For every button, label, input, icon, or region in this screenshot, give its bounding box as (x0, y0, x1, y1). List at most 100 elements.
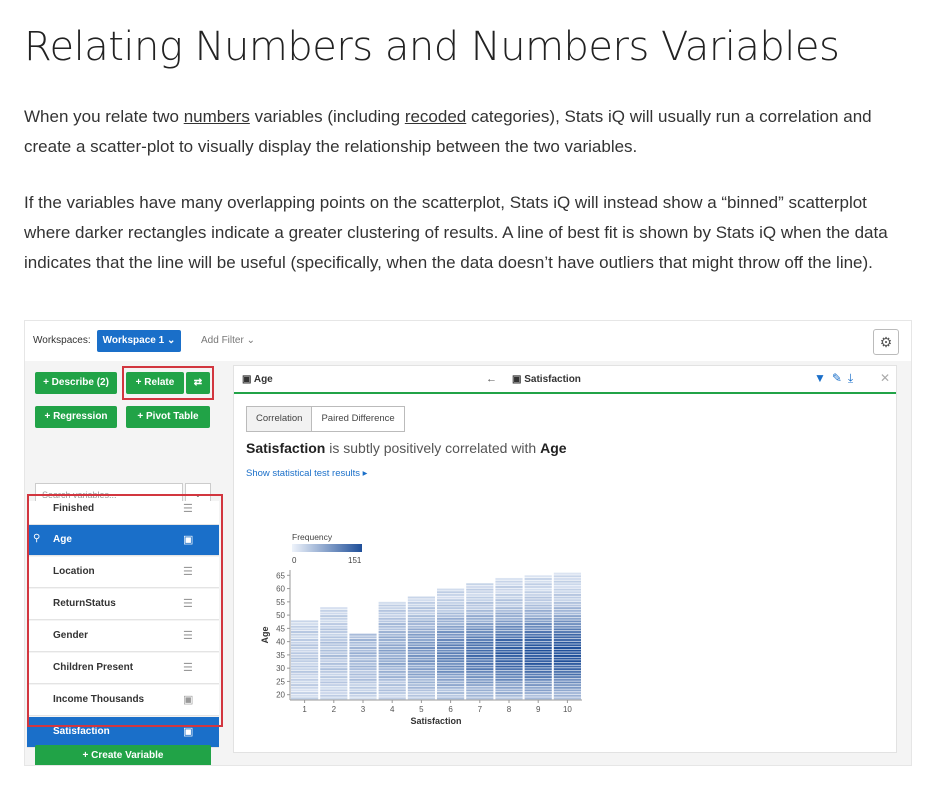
close-icon[interactable]: ✕ (880, 371, 890, 385)
heatmap-bin (553, 628, 581, 631)
tab-correlation[interactable]: Correlation (247, 407, 313, 431)
heatmap-bin (378, 652, 406, 655)
heatmap-bin (407, 657, 435, 660)
workspace-dropdown[interactable]: Workspace 1 ⌄ (97, 330, 181, 352)
chart-icon: ▣ (183, 694, 194, 706)
heatmap-bin (524, 673, 552, 676)
heatmap-bin (437, 625, 465, 628)
workspaces-label: Workspaces: (33, 335, 91, 346)
heatmap-bin (466, 604, 494, 607)
heatmap-bin (466, 678, 494, 681)
heatmap-bin (437, 609, 465, 612)
heatmap-bin (378, 607, 406, 610)
heatmap-bin (495, 673, 523, 676)
toolbar-icons[interactable]: ▼✎⤓ (814, 371, 859, 386)
heatmap-bin (466, 612, 494, 615)
list-item[interactable]: Children Present ☰ (27, 653, 219, 684)
heatmap-bin (553, 684, 581, 687)
list-item[interactable]: ⚲ Age ▣ (27, 525, 219, 556)
heatmap-bin (407, 676, 435, 679)
heatmap-bin (466, 601, 494, 604)
heatmap-bin (378, 660, 406, 663)
heatmap-bin (291, 620, 319, 623)
heatmap-bin (495, 601, 523, 604)
heatmap-bin (553, 607, 581, 610)
heatmap-bin (291, 678, 319, 681)
heatmap-bin (495, 612, 523, 615)
x-tick-label: 2 (332, 705, 337, 714)
heatmap-bin (349, 689, 377, 692)
heatmap-bin (524, 628, 552, 631)
heatmap-bin (524, 580, 552, 583)
pivot-table-button[interactable]: + Pivot Table (126, 406, 210, 428)
heatmap-bin (437, 657, 465, 660)
show-stat-results-link[interactable]: Show statistical test results ▸ (246, 468, 367, 479)
heatmap-column (524, 575, 552, 700)
heatmap-bin (320, 665, 348, 668)
heatmap-bin (553, 678, 581, 681)
arrow-left-icon[interactable]: ← (486, 373, 497, 385)
heatmap-bin (437, 596, 465, 599)
heatmap-bin (466, 585, 494, 588)
list-item[interactable]: Finished ☰ (27, 501, 219, 525)
heatmap-bin (349, 665, 377, 668)
heatmap-bin (553, 654, 581, 657)
heatmap-column (407, 596, 435, 700)
heatmap-bin (378, 625, 406, 628)
heatmap-bin (349, 684, 377, 687)
numbers-link[interactable]: numbers (184, 107, 250, 126)
x-tick-label: 3 (361, 705, 366, 714)
x-tick-label: 10 (563, 705, 572, 714)
heatmap-bin (407, 641, 435, 644)
heatmap-bin (495, 583, 523, 586)
heatmap-bin (466, 588, 494, 591)
heatmap-bin (466, 641, 494, 644)
heatmap-bin (378, 601, 406, 604)
heatmap-bin (437, 599, 465, 602)
heatmap-bin (495, 649, 523, 652)
heatmap-bin (466, 686, 494, 689)
list-item[interactable]: ReturnStatus ☰ (27, 589, 219, 620)
heatmap-bin (378, 657, 406, 660)
heatmap-bin (437, 644, 465, 647)
heatmap-bin (495, 670, 523, 673)
heatmap-bin (495, 628, 523, 631)
heatmap-bin (437, 593, 465, 596)
heatmap-bin (378, 644, 406, 647)
list-icon: ☰ (183, 598, 193, 610)
heatmap-bin (437, 692, 465, 695)
tab-paired-difference[interactable]: Paired Difference (312, 407, 403, 431)
results-panel: ▣ Age ← ▣ Satisfaction ▼✎⤓ ✕ Correlation… (233, 365, 897, 753)
list-item[interactable]: Gender ☰ (27, 621, 219, 652)
list-icon: ☰ (183, 630, 193, 642)
heatmap-bin (320, 697, 348, 700)
chart-icon: ▣ (183, 534, 194, 546)
heatmap-bin (291, 628, 319, 631)
gear-icon[interactable]: ⚙ (873, 329, 899, 355)
list-item[interactable]: Income Thousands ▣ (27, 685, 219, 716)
heatmap-bin (466, 646, 494, 649)
heatmap-bin (320, 607, 348, 610)
heatmap-bin (466, 684, 494, 687)
add-filter-button[interactable]: Add Filter ⌄ (201, 335, 255, 346)
heatmap-bin (378, 617, 406, 620)
heatmap-bin (437, 670, 465, 673)
heatmap-bin (378, 628, 406, 631)
heatmap-bin (437, 631, 465, 634)
heatmap-bin (320, 676, 348, 679)
heatmap-bin (524, 617, 552, 620)
heatmap-bin (291, 633, 319, 636)
list-item[interactable]: Satisfaction ▣ (27, 717, 219, 748)
recoded-link[interactable]: recoded (405, 107, 466, 126)
heatmap-bin (349, 633, 377, 636)
describe-button[interactable]: + Describe (2) (35, 372, 117, 394)
heatmap-bin (320, 612, 348, 615)
heatmap-bin (291, 652, 319, 655)
heatmap-bin (495, 654, 523, 657)
heatmap-bin (495, 644, 523, 647)
heatmap-bin (291, 697, 319, 700)
regression-button[interactable]: + Regression (35, 406, 117, 428)
create-variable-button[interactable]: + Create Variable (35, 745, 211, 765)
list-item[interactable]: Location ☰ (27, 557, 219, 588)
heatmap-bin (320, 670, 348, 673)
